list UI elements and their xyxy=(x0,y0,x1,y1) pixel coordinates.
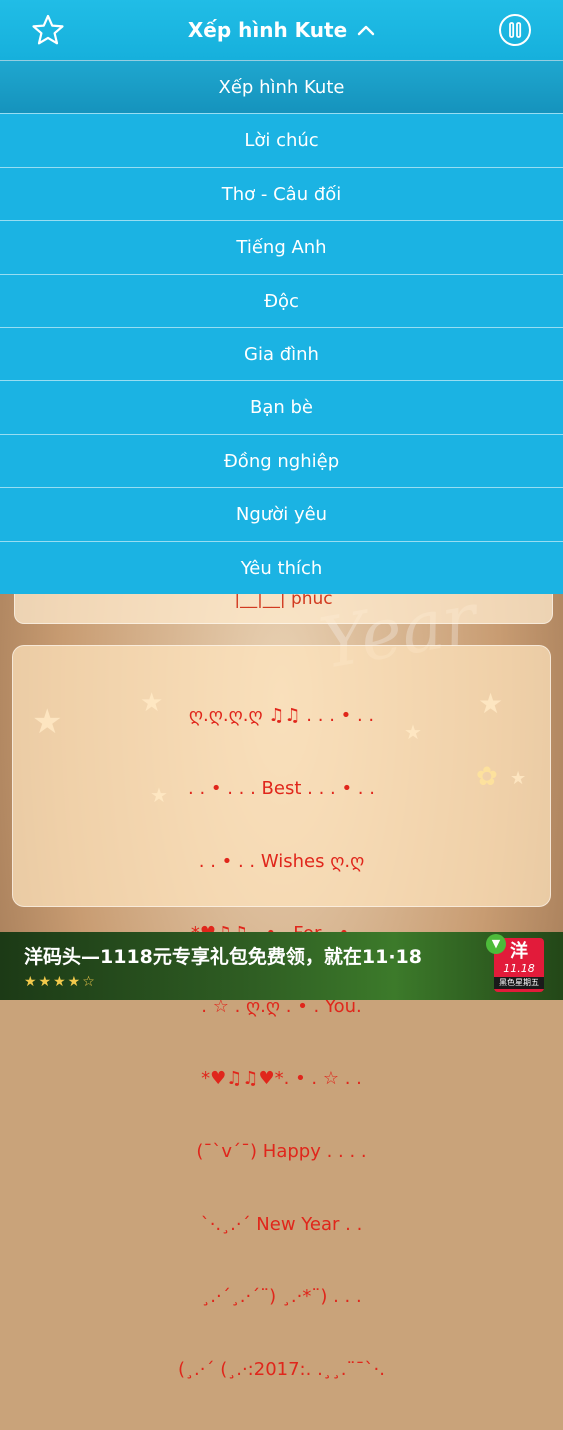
ad-logo-subtitle: 黑色星期五 xyxy=(494,977,544,989)
category-dropdown: Xếp hình Kute Lời chúc Thơ - Câu đối Tiế… xyxy=(0,60,563,594)
menu-item-doc[interactable]: Độc xyxy=(0,273,563,327)
message-line: ¸.·´¸.·´¨) ¸.·*¨) . . . xyxy=(201,1286,362,1308)
menu-item-ban-be[interactable]: Bạn bè xyxy=(0,380,563,434)
menu-item-dong-nghiep[interactable]: Đồng nghiệp xyxy=(0,433,563,488)
menu-item-gia-dinh[interactable]: Gia đình xyxy=(0,326,563,381)
menu-item-xep-hinh-kute[interactable]: Xếp hình Kute xyxy=(0,60,563,114)
message-line: `·.¸.·´ New Year . . xyxy=(200,1213,363,1235)
ad-rating: ★★★★☆ xyxy=(24,974,97,990)
download-arrow-icon[interactable]: ▼ xyxy=(486,934,506,954)
ad-banner[interactable]: 洋码头—1118元专享礼包免费领，就在11·18 ★★★★☆ xyxy=(0,932,563,1000)
page-title: Xếp hình Kute xyxy=(187,18,348,42)
message-line: ღ.ღ.ღ.ღ ♫♫ . . . • . . xyxy=(188,705,375,727)
menu-item-nguoi-yeu[interactable]: Người yêu xyxy=(0,487,563,541)
menu-item-tieng-anh[interactable]: Tiếng Anh xyxy=(0,220,563,274)
message-line: (¸.·´ (¸.·:2017:. .¸¸.¨¯`·. xyxy=(178,1358,385,1380)
message-line: . . • . . Wishes ღ.ღ xyxy=(198,850,365,872)
message-card-text: ღ.ღ.ღ.ღ ♫♫ . . . • . . . . • . . . Best … xyxy=(13,656,550,1430)
ad-text: 洋码头—1118元专享礼包免费领，就在11·18 xyxy=(24,946,422,968)
ad-logo-number: 11.18 xyxy=(503,962,535,975)
pause-button[interactable] xyxy=(498,13,532,47)
message-line: (¯`v´¯) Happy . . . . xyxy=(196,1140,367,1162)
category-selector[interactable]: Xếp hình Kute xyxy=(0,0,563,60)
nav-header: Xếp hình Kute xyxy=(0,0,563,60)
pause-circle-icon xyxy=(499,14,531,46)
message-card[interactable]: ღ.ღ.ღ.ღ ♫♫ . . . • . . . . • . . . Best … xyxy=(12,645,551,1380)
message-line: . . • . . . Best . . . • . . xyxy=(188,778,375,799)
menu-item-yeu-thich[interactable]: Yêu thích xyxy=(0,540,563,594)
message-line: *♥♫♫♥*. • . ☆ . . xyxy=(201,1068,362,1090)
menu-item-tho-cau-doi[interactable]: Thơ - Câu đối xyxy=(0,166,563,221)
menu-item-loi-chuc[interactable]: Lời chúc xyxy=(0,113,563,167)
chevron-up-icon xyxy=(357,25,375,35)
